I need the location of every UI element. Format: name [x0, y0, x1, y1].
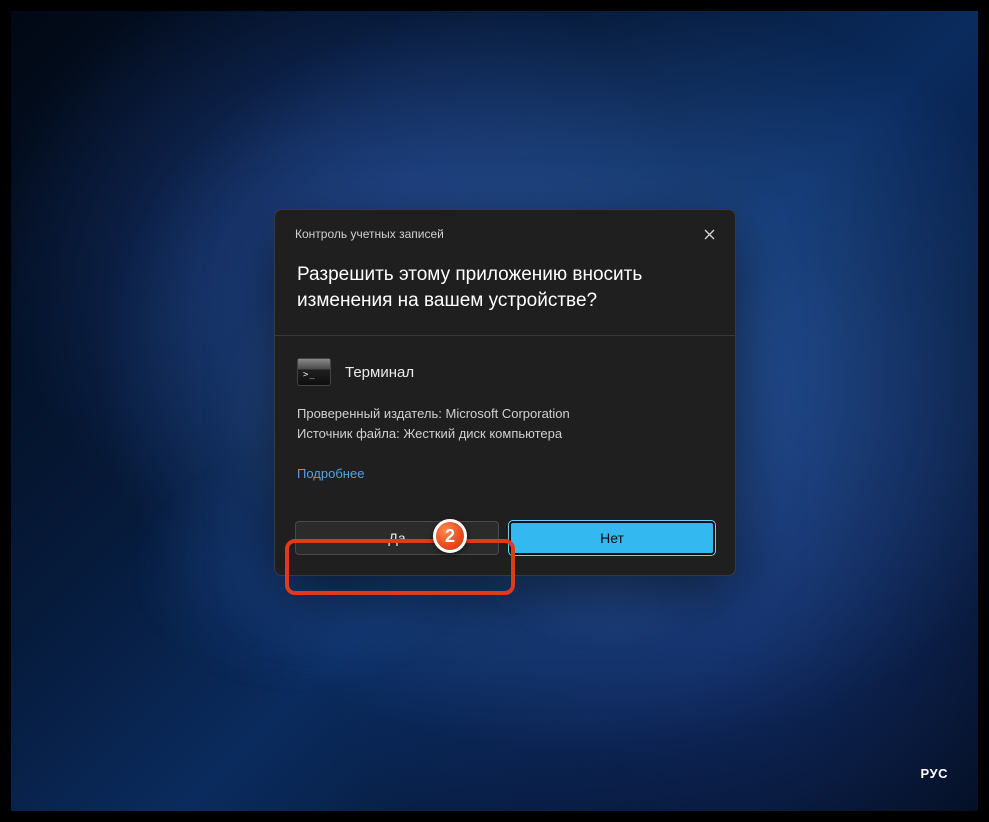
divider — [275, 335, 735, 336]
yes-button[interactable]: Да — [295, 521, 499, 555]
dialog-body: Разрешить этому приложению вносить измен… — [275, 252, 735, 505]
terminal-icon — [297, 358, 331, 386]
screenshot-frame: Контроль учетных записей Разрешить этому… — [0, 0, 989, 822]
button-row: Да Нет — [275, 505, 735, 575]
publisher-line: Проверенный издатель: Microsoft Corporat… — [297, 404, 713, 424]
show-more-link[interactable]: Подробнее — [297, 466, 364, 481]
language-indicator[interactable]: РУС — [921, 766, 948, 781]
uac-prompt-text: Разрешить этому приложению вносить измен… — [297, 258, 713, 313]
app-name-label: Терминал — [345, 364, 414, 381]
no-button[interactable]: Нет — [509, 521, 715, 555]
source-line: Источник файла: Жесткий диск компьютера — [297, 424, 713, 444]
app-metadata: Проверенный издатель: Microsoft Corporat… — [297, 404, 713, 443]
dialog-title: Контроль учетных записей — [295, 227, 444, 241]
desktop-background: Контроль учетных записей Разрешить этому… — [11, 11, 978, 811]
close-icon — [704, 229, 715, 240]
dialog-header: Контроль учетных записей — [275, 210, 735, 252]
app-row: Терминал — [297, 358, 713, 386]
close-button[interactable] — [695, 220, 723, 248]
annotation-badge: 2 — [433, 519, 467, 553]
uac-dialog: Контроль учетных записей Разрешить этому… — [274, 209, 736, 576]
